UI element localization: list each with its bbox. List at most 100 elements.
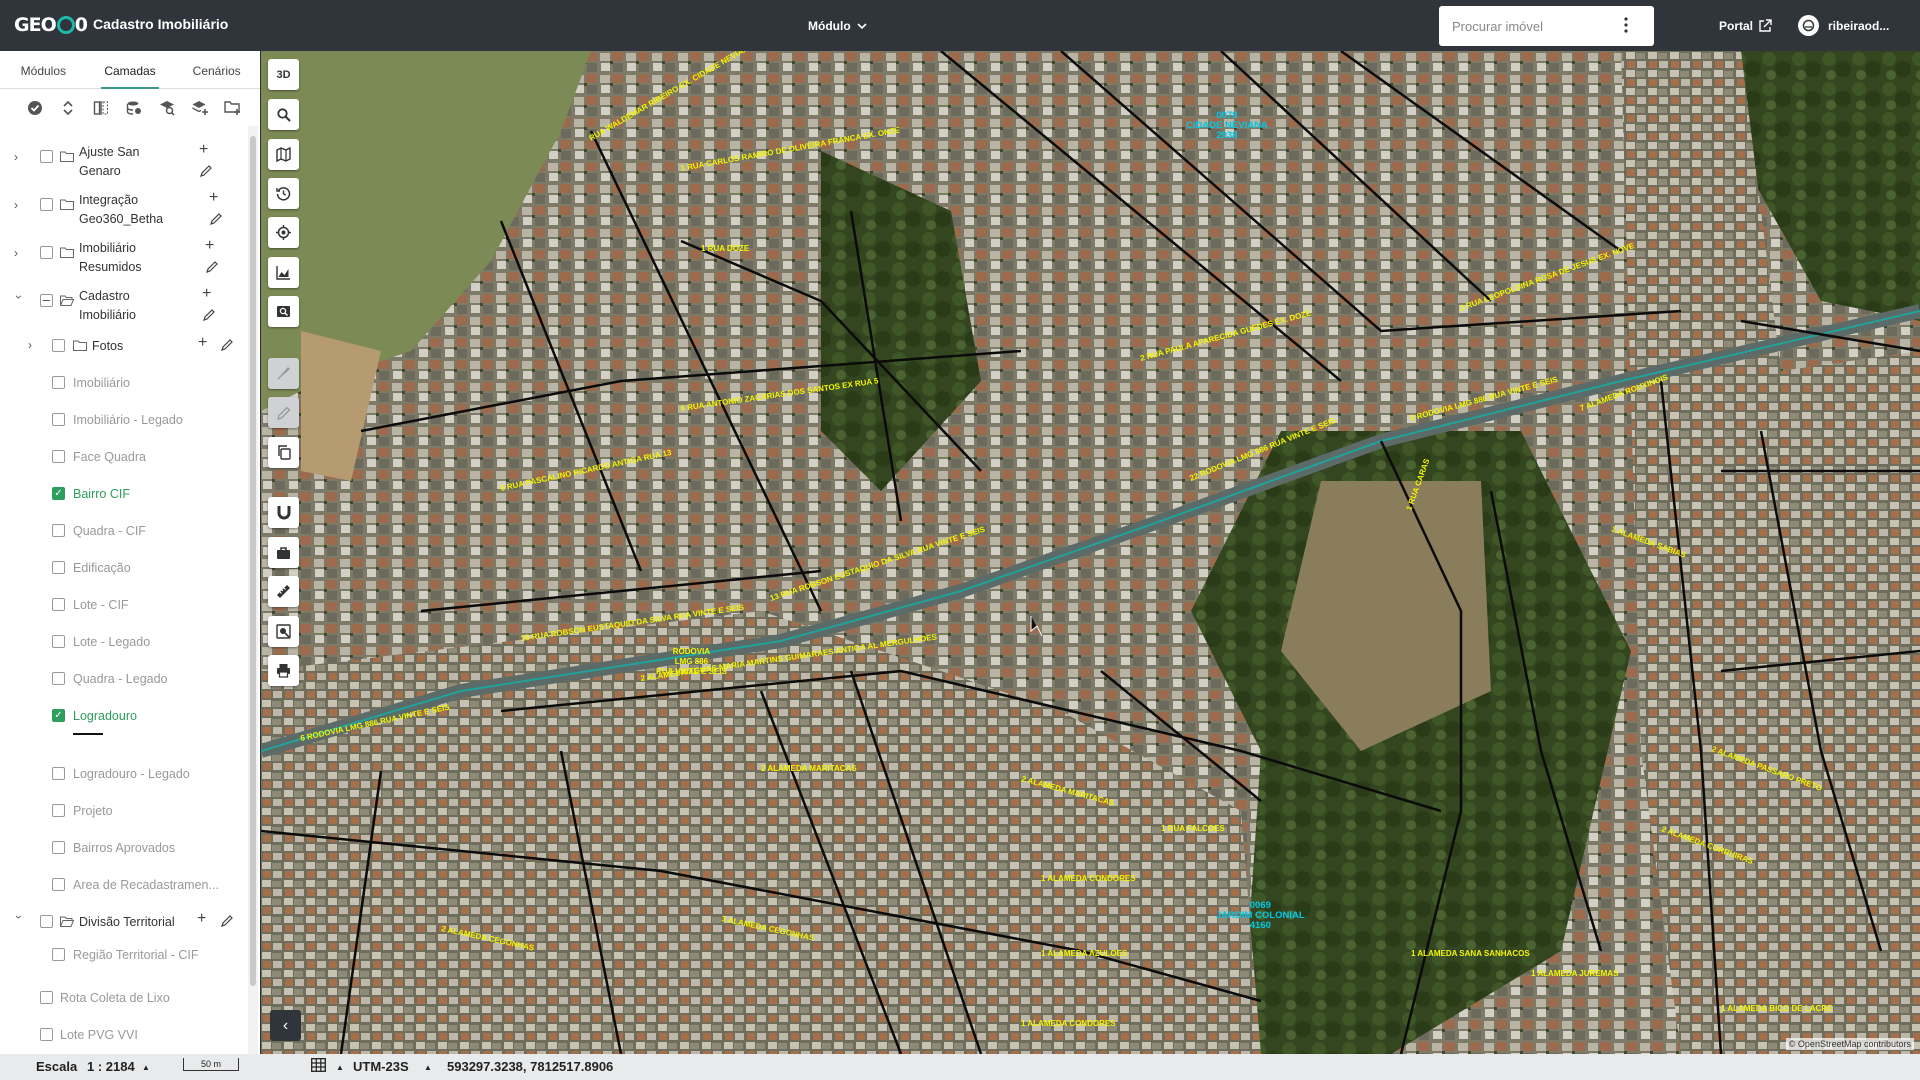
layer-item-face-quadra[interactable]: Face Quadra	[0, 444, 248, 470]
tab-cenarios[interactable]: Cenários	[173, 51, 260, 88]
grid-icon[interactable]	[311, 1058, 326, 1076]
add-folder-button[interactable]	[216, 96, 249, 120]
print-button[interactable]	[268, 655, 299, 686]
layer-item-edificacao[interactable]: Edificação	[0, 555, 248, 581]
layer-checkbox[interactable]	[52, 413, 65, 426]
tools-button[interactable]	[268, 537, 299, 568]
add-layer-button[interactable]	[183, 96, 216, 120]
pencil-icon[interactable]	[203, 309, 215, 321]
layer-checkbox[interactable]	[40, 915, 53, 928]
pencil-icon[interactable]	[221, 339, 233, 351]
layer-item-rota-coleta[interactable]: Rota Coleta de Lixo	[0, 985, 248, 1011]
map-canvas[interactable]: RUA WALDEMAR RIBEIRO EX. CIDADE NEVIANA …	[261, 51, 1920, 1054]
caret-up-icon[interactable]: ▲	[142, 1063, 150, 1072]
layer-item-quadra-legado[interactable]: Quadra - Legado	[0, 666, 248, 692]
module-dropdown[interactable]: Módulo	[808, 19, 867, 33]
layer-checkbox[interactable]	[40, 246, 53, 259]
plus-icon[interactable]: +	[202, 285, 211, 303]
chevron-right-icon[interactable]: ›	[14, 151, 26, 163]
layer-search-button[interactable]	[150, 96, 183, 120]
measure-button[interactable]	[268, 576, 299, 607]
property-search[interactable]	[1439, 6, 1654, 46]
pencil-icon[interactable]	[221, 915, 233, 927]
kebab-menu-icon[interactable]	[1624, 17, 1628, 33]
layer-item-logradouro[interactable]: ✓ Logradouro	[0, 703, 248, 743]
layer-item-bairro-cif[interactable]: ✓ Bairro CIF	[0, 481, 248, 507]
user-menu[interactable]: ribeiraod...	[1798, 15, 1889, 36]
plus-icon[interactable]: +	[197, 910, 206, 928]
toggle-3d-button[interactable]: 3D	[268, 59, 299, 90]
layer-item-projeto[interactable]: Projeto	[0, 798, 248, 824]
chevron-right-icon[interactable]: ›	[14, 199, 26, 211]
projection-label[interactable]: UTM-23S	[353, 1059, 409, 1074]
street-view-button[interactable]	[268, 616, 299, 647]
chevron-right-icon[interactable]: ›	[28, 339, 40, 351]
caret-up-icon[interactable]: ▲	[336, 1063, 344, 1072]
copy-button[interactable]	[268, 437, 299, 468]
draw-line-button[interactable]	[268, 358, 299, 389]
layer-checkbox[interactable]	[52, 376, 65, 389]
sidebar-scrollbar[interactable]	[248, 126, 258, 1054]
basemap-button[interactable]	[268, 139, 299, 170]
layer-item-lote-legado[interactable]: Lote - Legado	[0, 629, 248, 655]
layer-item-area-recadastramento[interactable]: Area de Recadastramen...	[0, 872, 248, 898]
layer-item-regiao-territorial[interactable]: Região Territorial - CIF	[0, 942, 248, 968]
database-layers-button[interactable]	[117, 96, 150, 120]
edit-feature-button[interactable]	[268, 397, 299, 428]
pencil-icon[interactable]	[206, 261, 218, 273]
chevron-down-icon[interactable]: ›	[12, 295, 26, 307]
plus-icon[interactable]: +	[209, 189, 218, 207]
layer-group-integracao[interactable]: › Integração Geo360_Betha +	[0, 189, 248, 233]
layer-checkbox[interactable]	[40, 991, 53, 1004]
layer-checkbox[interactable]	[52, 339, 65, 352]
layer-group-cadastro[interactable]: › Cadastro Imobiliário +	[0, 285, 248, 329]
plus-icon[interactable]: +	[205, 237, 214, 255]
expand-collapse-button[interactable]	[51, 96, 84, 120]
check-all-button[interactable]	[18, 96, 51, 120]
layer-item-lote-cif[interactable]: Lote - CIF	[0, 592, 248, 618]
scale-value[interactable]: 1 : 2184	[87, 1059, 135, 1074]
plus-icon[interactable]: +	[198, 334, 207, 352]
satellite-basemap[interactable]: RUA WALDEMAR RIBEIRO EX. CIDADE NEVIANA …	[261, 51, 1920, 1054]
layer-checkbox[interactable]	[40, 150, 53, 163]
layer-checkbox[interactable]	[52, 841, 65, 854]
neighborhood-label-cidade-neviana[interactable]: 0078 CIDADE NEVIANA 2938	[1186, 111, 1268, 141]
layer-item-imobiliario-legado[interactable]: Imobiliário - Legado	[0, 407, 248, 433]
layer-item-lote-pvg[interactable]: Lote PVG VVI	[0, 1022, 248, 1048]
layer-item-imobiliario[interactable]: Imobiliário	[0, 370, 248, 396]
geo360-logo[interactable]: GEO 0	[14, 14, 88, 36]
layer-checkbox[interactable]	[52, 598, 65, 611]
layer-item-logradouro-legado[interactable]: Logradouro - Legado	[0, 761, 248, 787]
layer-checkbox[interactable]	[52, 878, 65, 891]
tab-modulos[interactable]: Módulos	[0, 51, 87, 88]
elevation-button[interactable]	[268, 257, 299, 288]
locate-button[interactable]	[268, 217, 299, 248]
collapse-sidebar-button[interactable]: ‹	[270, 1010, 301, 1041]
zoom-area-button[interactable]	[268, 296, 299, 327]
pencil-icon[interactable]	[210, 213, 222, 225]
layer-checkbox[interactable]	[52, 804, 65, 817]
layer-checkbox[interactable]	[52, 561, 65, 574]
compare-button[interactable]	[84, 96, 117, 120]
history-button[interactable]	[268, 178, 299, 209]
layer-checkbox[interactable]	[52, 948, 65, 961]
tab-camadas[interactable]: Camadas	[87, 51, 174, 89]
layer-checkbox-checked[interactable]: ✓	[52, 709, 65, 722]
layer-checkbox[interactable]	[40, 198, 53, 211]
portal-link[interactable]: Portal	[1719, 19, 1772, 33]
layer-checkbox[interactable]	[52, 767, 65, 780]
layer-group-divisao-territorial[interactable]: › Divisão Territorial +	[0, 909, 248, 935]
neighborhood-label-jardim-colonial[interactable]: 0069 JARDIM COLONIAL 4160	[1216, 901, 1305, 931]
layer-group-fotos[interactable]: › Fotos +	[0, 333, 248, 359]
layer-checkbox[interactable]	[52, 524, 65, 537]
layer-group-imobiliario-resumidos[interactable]: › Imobiliário Resumidos +	[0, 237, 248, 281]
layer-checkbox-checked[interactable]: ✓	[52, 487, 65, 500]
chevron-right-icon[interactable]: ›	[14, 247, 26, 259]
layer-item-quadra-cif[interactable]: Quadra - CIF	[0, 518, 248, 544]
plus-icon[interactable]: +	[199, 141, 208, 159]
snap-button[interactable]	[268, 497, 299, 528]
caret-up-icon[interactable]: ▲	[424, 1063, 432, 1072]
chevron-down-icon[interactable]: ›	[12, 915, 26, 927]
map-attribution[interactable]: © OpenStreetMap contributors	[1785, 1038, 1914, 1050]
pencil-icon[interactable]	[200, 165, 212, 177]
